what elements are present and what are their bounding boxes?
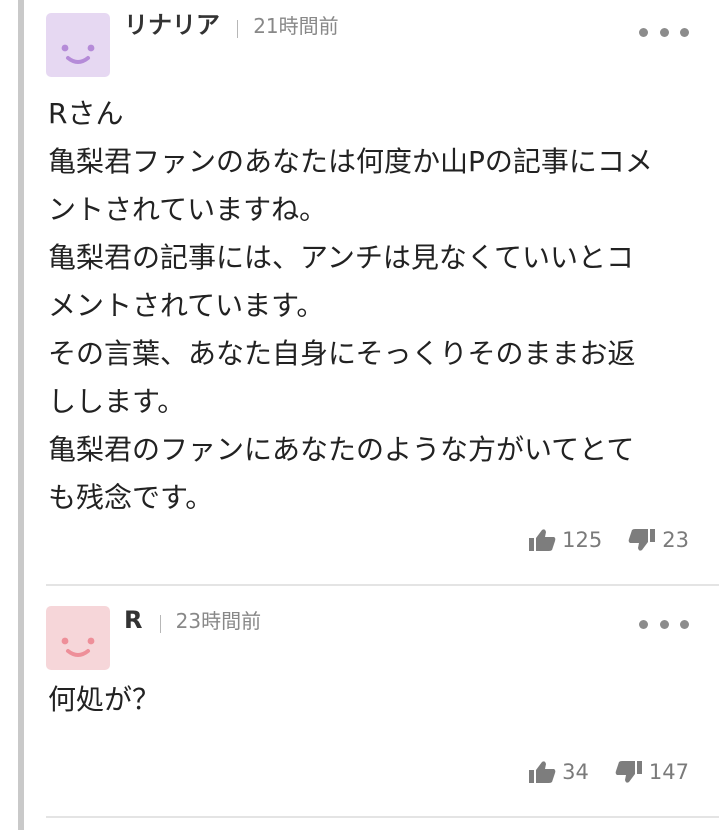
comment-text-line: Rさん	[48, 97, 124, 130]
avatar[interactable]	[46, 606, 110, 670]
timestamp: 23時間前	[175, 609, 262, 633]
more-horizontal-icon	[639, 619, 648, 629]
timestamp: 21時間前	[253, 14, 339, 38]
dislike-count: 147	[648, 759, 689, 784]
username[interactable]: リナリア	[124, 11, 220, 39]
thread-rail	[18, 0, 24, 830]
comment-text-line: その言葉、あなた自身にそっくりそのままお返	[48, 337, 636, 370]
comment-text: Rさん 亀梨君ファンのあなたは何度か山Pの記事にコメ ントされていますね。 亀梨…	[48, 90, 698, 522]
comment-text-line: 何処が？	[48, 683, 161, 716]
comment-meta: リナリア 21時間前	[124, 13, 339, 38]
dislike-count: 23	[662, 527, 689, 552]
comment-text-line: 亀梨君ファンのあなたは何度か山Pの記事にコメ	[48, 145, 653, 178]
like-button[interactable]: 34	[528, 760, 589, 784]
comment-text-line: 亀梨君の記事には、アンチは見なくていいとコ	[48, 241, 635, 274]
thumbs-down-icon	[615, 760, 643, 784]
avatar[interactable]	[46, 13, 110, 77]
like-count: 34	[562, 759, 589, 784]
more-options-button[interactable]	[639, 614, 689, 634]
dislike-button[interactable]: 23	[628, 528, 689, 552]
meta-separator	[159, 614, 161, 633]
thumbs-up-icon	[528, 760, 556, 784]
comment-text: 何処が？	[48, 676, 698, 724]
comment: リナリア 21時間前 Rさん 亀梨君ファンのあなたは何度か山Pの記事にコメ ント…	[46, 0, 719, 585]
vote-bar: 34 147	[528, 760, 689, 784]
smiley-face-icon	[61, 44, 95, 64]
like-button[interactable]: 125	[528, 528, 602, 552]
comment-text-line: 亀梨君のファンにあなたのような方がいてとて	[48, 433, 635, 466]
comment-text-line: も残念です。	[48, 481, 214, 514]
thumbs-down-icon	[628, 528, 656, 552]
comment-meta: R 23時間前	[124, 608, 261, 633]
thumbs-up-icon	[528, 528, 556, 552]
more-options-button[interactable]	[639, 22, 689, 42]
comment-text-line: しします。	[48, 385, 186, 418]
like-count: 125	[562, 527, 603, 552]
comment: R 23時間前 何処が？ 34 147	[46, 586, 719, 816]
more-horizontal-icon	[639, 27, 648, 37]
comment-divider	[46, 816, 719, 818]
comment-text-line: メントされています。	[48, 289, 325, 322]
comment-text-line: ントされていますね。	[48, 193, 328, 226]
dislike-button[interactable]: 147	[615, 760, 689, 784]
meta-separator	[237, 19, 239, 38]
smiley-face-icon	[61, 637, 95, 657]
username[interactable]: R	[124, 606, 142, 634]
vote-bar: 125 23	[528, 528, 689, 552]
